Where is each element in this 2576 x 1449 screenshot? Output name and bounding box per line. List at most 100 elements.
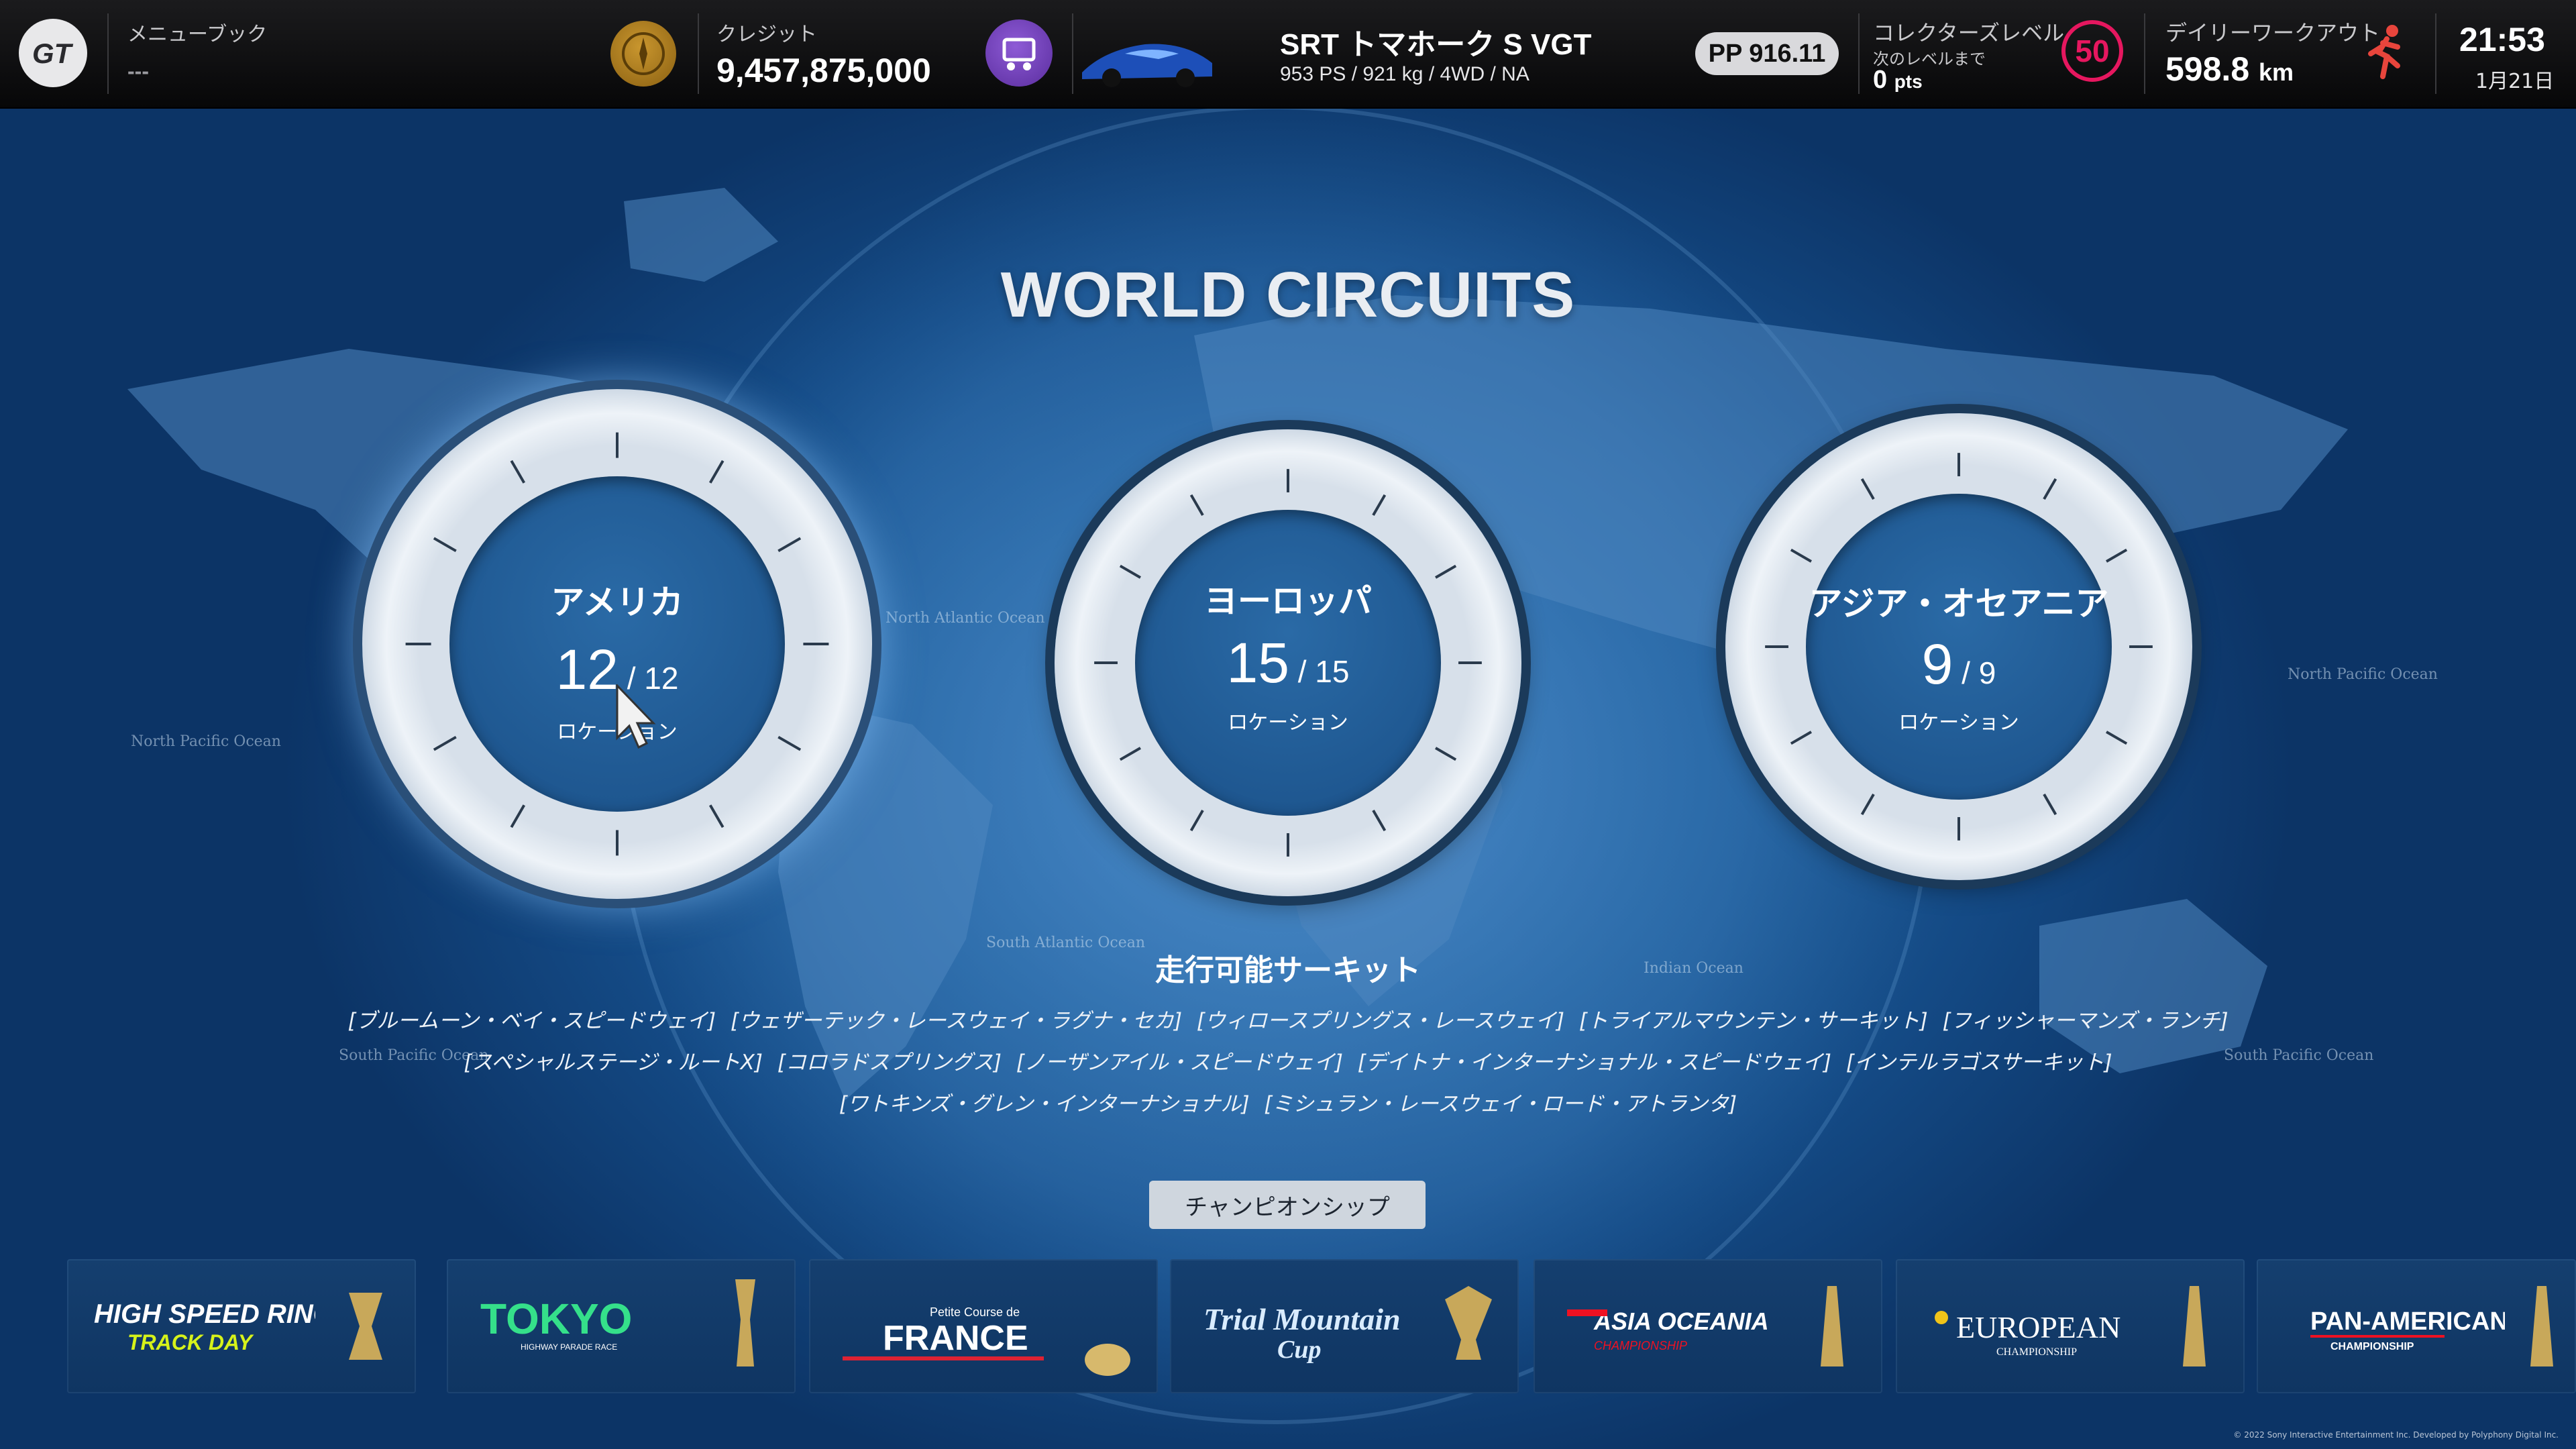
event-logo: ASIA OCEANIA CHAMPIONSHIP	[1567, 1307, 1769, 1352]
circuit-item[interactable]: [ノーザンアイル・スピードウェイ]	[1016, 1051, 1343, 1075]
dial-tick	[433, 537, 457, 553]
dial-tick	[1435, 747, 1457, 761]
dial-tick	[510, 460, 526, 484]
trophy-icon	[1821, 1286, 1843, 1366]
event-card-high-speed-ring[interactable]: HIGH SPEED RING TRACK DAY	[67, 1259, 416, 1393]
location-count: 9 / 9	[1921, 633, 1996, 696]
trophy-icon	[2530, 1286, 2553, 1366]
svg-text:PAN-AMERICAN: PAN-AMERICAN	[2310, 1307, 2505, 1336]
circuit-item[interactable]: [インテルラゴスサーキット]	[1846, 1051, 2112, 1075]
cursor-icon	[616, 684, 656, 749]
credit-coin-icon	[610, 21, 676, 87]
map-label: North Atlantic Ocean	[885, 610, 1045, 627]
championship-button[interactable]: チャンピオンシップ	[1149, 1181, 1426, 1229]
credit-value: 9,457,875,000	[716, 52, 931, 89]
trophy-icon	[735, 1279, 755, 1366]
svg-text:CHAMPIONSHIP: CHAMPIONSHIP	[2330, 1341, 2414, 1352]
collector-level-badge: 50	[2061, 20, 2123, 82]
circuit-item[interactable]: [デイトナ・インターナショナル・スピードウェイ]	[1358, 1051, 1831, 1075]
svg-text:TOKYO: TOKYO	[480, 1295, 632, 1343]
dial-tick	[777, 537, 802, 553]
map-label: North Pacific Ocean	[131, 733, 281, 750]
svg-text:Petite Course de: Petite Course de	[930, 1305, 1020, 1319]
event-card-european[interactable]: EUROPEAN CHAMPIONSHIP	[1896, 1259, 2245, 1393]
region-name: アジア・オセアニア	[1809, 584, 2109, 623]
garage-icon[interactable]	[985, 19, 1053, 87]
trophy-icon	[1445, 1286, 1492, 1360]
region-dial-asia-oceania[interactable]: アジア・オセアニア 9 / 9 ロケーション	[1725, 413, 2192, 880]
event-logo: EUROPEAN CHAMPIONSHIP	[1935, 1310, 2121, 1358]
menu-book-label: メニューブック	[127, 23, 268, 46]
location-label: ロケーション	[1228, 711, 1348, 735]
region-dial-europe[interactable]: ヨーロッパ 15 / 15 ロケーション	[1055, 429, 1521, 896]
svg-text:CHAMPIONSHIP: CHAMPIONSHIP	[1996, 1346, 2077, 1358]
car-thumbnail[interactable]	[1078, 30, 1216, 91]
svg-text:CHAMPIONSHIP: CHAMPIONSHIP	[1594, 1339, 1687, 1352]
svg-text:EUROPEAN: EUROPEAN	[1956, 1310, 2121, 1344]
event-logo: HIGH SPEED RING TRACK DAY	[94, 1299, 315, 1354]
circuit-item[interactable]: [ミシュラン・レースウェイ・ロード・アトランタ]	[1264, 1092, 1737, 1116]
location-count: 15 / 15	[1226, 631, 1350, 694]
event-logo: Petite Course de FRANCE	[843, 1305, 1044, 1360]
location-label: ロケーション	[1898, 711, 2019, 735]
region-name: ヨーロッパ	[1204, 582, 1372, 621]
circuit-item[interactable]: [ワトキンズ・グレン・インターナショナル]	[839, 1092, 1250, 1116]
dial-tick	[2106, 548, 2128, 563]
circuit-item[interactable]: [スペシャルステージ・ルートX]	[464, 1051, 763, 1075]
collector-level-label: コレクターズレベル	[1873, 20, 2065, 46]
circuit-list-line-2: [スペシャルステージ・ルートX] [コロラドスプリングス] [ノーザンアイル・ス…	[0, 1045, 2576, 1075]
performance-points-badge: PP 916.11	[1695, 32, 1839, 75]
dial-tick	[2043, 478, 2057, 500]
available-circuits-heading: 走行可能サーキット	[1155, 953, 1421, 987]
dial-tick	[510, 804, 526, 828]
copyright-text: © 2022 Sony Interactive Entertainment In…	[2233, 1430, 2559, 1440]
page-title: WORLD CIRCUITS	[1000, 259, 1576, 331]
circuit-item[interactable]: [ブルームーン・ベイ・スピードウェイ]	[347, 1009, 716, 1033]
dial-tick	[1860, 794, 1875, 816]
top-status-bar: GT メニューブック --- クレジット 9,457,875,000 SRT ト…	[0, 0, 2576, 109]
dial-tick	[1372, 810, 1387, 832]
event-card-asia-oceania[interactable]: ASIA OCEANIA CHAMPIONSHIP	[1534, 1259, 1882, 1393]
dial-tick	[708, 804, 724, 828]
clock-date: 1月21日	[2475, 70, 2555, 93]
dial-tick	[1372, 494, 1387, 516]
menu-book-value: ---	[127, 59, 149, 83]
dial-tick	[1119, 747, 1141, 761]
circuit-item[interactable]: [フィッシャーマンズ・ランチ]	[1943, 1009, 2229, 1033]
circuit-item[interactable]: [コロラドスプリングス]	[777, 1051, 1002, 1075]
region-name: アメリカ	[551, 583, 684, 622]
svg-text:Cup: Cup	[1277, 1336, 1321, 1364]
trophy-icon	[1085, 1344, 1130, 1376]
daily-workout-value: 598.8 km	[2165, 50, 2294, 88]
circuit-item[interactable]: [トライアルマウンテン・サーキット]	[1579, 1009, 1928, 1033]
map-label: North Pacific Ocean	[2288, 666, 2438, 683]
event-card-tokyo[interactable]: TOKYO HIGHWAY PARADE RACE	[447, 1259, 796, 1393]
dial-tick	[1189, 494, 1204, 516]
collector-pts: 0 pts	[1873, 66, 1923, 94]
dial-tick	[2043, 794, 2057, 816]
event-logo: PAN-AMERICAN CHAMPIONSHIP	[2310, 1307, 2505, 1352]
svg-text:ASIA OCEANIA: ASIA OCEANIA	[1593, 1307, 1769, 1335]
region-dial-america[interactable]: アメリカ 12 / 12 ロケーション	[362, 389, 872, 899]
circuit-item[interactable]: [ウィロースプリングス・レースウェイ]	[1197, 1009, 1564, 1033]
event-logo: TOKYO HIGHWAY PARADE RACE	[480, 1295, 632, 1352]
event-card-france[interactable]: Petite Course de FRANCE	[809, 1259, 1158, 1393]
circuit-list-line-1: [ブルームーン・ベイ・スピードウェイ] [ウェザーテック・レースウェイ・ラグナ・…	[0, 1004, 2576, 1034]
dial-tick	[1860, 478, 1875, 500]
daily-workout-label: デイリーワークアウト	[2165, 20, 2381, 46]
circuit-list-line-3: [ワトキンズ・グレン・インターナショナル] [ミシュラン・レースウェイ・ロード・…	[0, 1087, 2576, 1117]
event-logo: Trial Mountain Cup	[1203, 1302, 1401, 1364]
dial-tick	[1189, 810, 1204, 832]
svg-text:HIGH SPEED RING: HIGH SPEED RING	[94, 1299, 315, 1329]
runner-icon	[2368, 25, 2400, 79]
credit-label: クレジット	[716, 23, 817, 46]
svg-text:GT: GT	[32, 38, 74, 69]
circuit-item[interactable]: [ウェザーテック・レースウェイ・ラグナ・セカ]	[731, 1009, 1182, 1033]
svg-text:HIGHWAY PARADE RACE: HIGHWAY PARADE RACE	[521, 1342, 617, 1352]
event-card-pan-american[interactable]: PAN-AMERICAN CHAMPIONSHIP	[2257, 1259, 2576, 1393]
trophy-icon	[2183, 1286, 2206, 1366]
gt-logo-icon[interactable]: GT	[19, 19, 87, 87]
dial-tick	[1790, 548, 1812, 563]
event-card-trial-mountain[interactable]: Trial Mountain Cup	[1170, 1259, 1519, 1393]
car-specs: 953 PS / 921 kg / 4WD / NA	[1280, 63, 1529, 85]
